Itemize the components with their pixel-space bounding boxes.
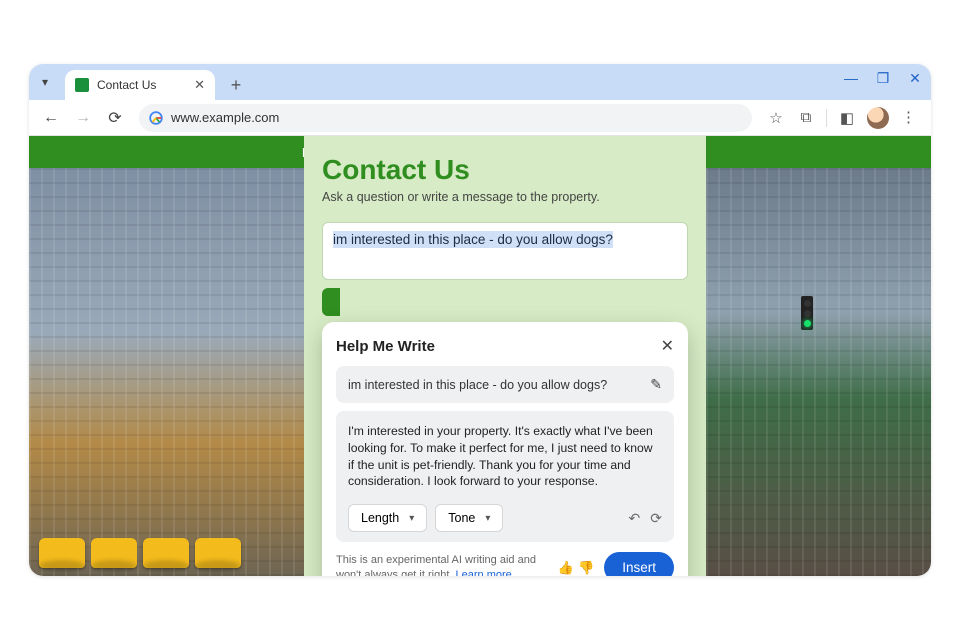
hmw-prompt-row: im interested in this place - do you all… <box>336 366 674 403</box>
tab-search-chevron-icon[interactable]: ▾ <box>33 70 57 94</box>
length-label: Length <box>361 511 399 525</box>
reload-icon[interactable]: ⟳ <box>101 104 129 132</box>
hmw-title: Help Me Write <box>336 338 435 355</box>
omnibox[interactable]: www.example.com <box>139 104 752 132</box>
hero-bg-left <box>29 136 304 576</box>
tab-strip: ▾ Contact Us ✕ + — ❐ ✕ <box>29 64 931 100</box>
window-controls: — ❐ ✕ <box>843 70 923 86</box>
url-text: www.example.com <box>171 110 279 125</box>
chevron-down-icon: ▾ <box>485 513 490 524</box>
traffic-light-icon <box>801 296 813 330</box>
extensions-icon[interactable]: ⧉ <box>796 108 816 128</box>
browser-window: ▾ Contact Us ✕ + — ❐ ✕ ← → ⟳ www.example <box>29 64 931 576</box>
nav-back-icon[interactable]: ← <box>37 104 65 132</box>
hmw-generated-text: I'm interested in your property. It's ex… <box>348 423 662 490</box>
toolbar-separator <box>826 109 827 127</box>
page-subtitle: Ask a question or write a message to the… <box>322 190 688 204</box>
minimize-icon[interactable]: — <box>843 70 859 86</box>
thumbs-up-icon[interactable]: 👍 <box>558 560 574 576</box>
page-title: Contact Us <box>322 154 688 186</box>
browser-tab[interactable]: Contact Us ✕ <box>65 70 215 100</box>
thumbs-down-icon[interactable]: 👎 <box>578 560 594 576</box>
nav-forward-icon[interactable]: → <box>69 104 97 132</box>
close-window-icon[interactable]: ✕ <box>907 70 923 86</box>
learn-more-link[interactable]: Learn more <box>456 569 512 576</box>
regenerate-icon[interactable]: ⟳ <box>650 510 662 527</box>
hmw-body: I'm interested in your property. It's ex… <box>336 411 674 542</box>
tab-favicon-icon <box>75 78 89 92</box>
bookmark-star-icon[interactable]: ☆ <box>766 108 786 128</box>
tone-label: Tone <box>448 511 475 525</box>
kebab-menu-icon[interactable]: ⋮ <box>899 108 919 128</box>
tone-dropdown[interactable]: Tone ▾ <box>435 504 503 532</box>
help-me-write-panel: Help Me Write ✕ im interested in this pl… <box>322 322 688 576</box>
insert-button[interactable]: Insert <box>604 552 674 576</box>
send-button-edge[interactable] <box>322 288 340 316</box>
chevron-down-icon: ▾ <box>409 513 414 524</box>
profile-avatar-icon[interactable] <box>867 107 889 129</box>
hero-taxis <box>39 538 241 568</box>
hero-bg-right <box>706 136 931 576</box>
hmw-prompt-text: im interested in this place - do you all… <box>348 378 607 392</box>
sidepanel-icon[interactable]: ◧ <box>837 108 857 128</box>
hmw-disclaimer: This is an experimental AI writing aid a… <box>336 553 548 576</box>
message-selected-text: im interested in this place - do you all… <box>333 231 613 248</box>
message-input[interactable]: im interested in this place - do you all… <box>322 222 688 280</box>
length-dropdown[interactable]: Length ▾ <box>348 504 427 532</box>
tab-title: Contact Us <box>97 78 156 92</box>
undo-icon[interactable]: ↶ <box>629 510 641 527</box>
new-tab-button[interactable]: + <box>223 72 249 98</box>
maximize-icon[interactable]: ❐ <box>875 70 891 86</box>
site-g-icon <box>149 111 163 125</box>
edit-prompt-pencil-icon[interactable]: ✎ <box>650 376 662 393</box>
toolbar: ← → ⟳ www.example.com ☆ ⧉ ◧ ⋮ <box>29 100 931 136</box>
tab-close-icon[interactable]: ✕ <box>194 77 205 93</box>
hmw-close-icon[interactable]: ✕ <box>661 336 674 356</box>
toolbar-right: ☆ ⧉ ◧ ⋮ <box>762 107 923 129</box>
